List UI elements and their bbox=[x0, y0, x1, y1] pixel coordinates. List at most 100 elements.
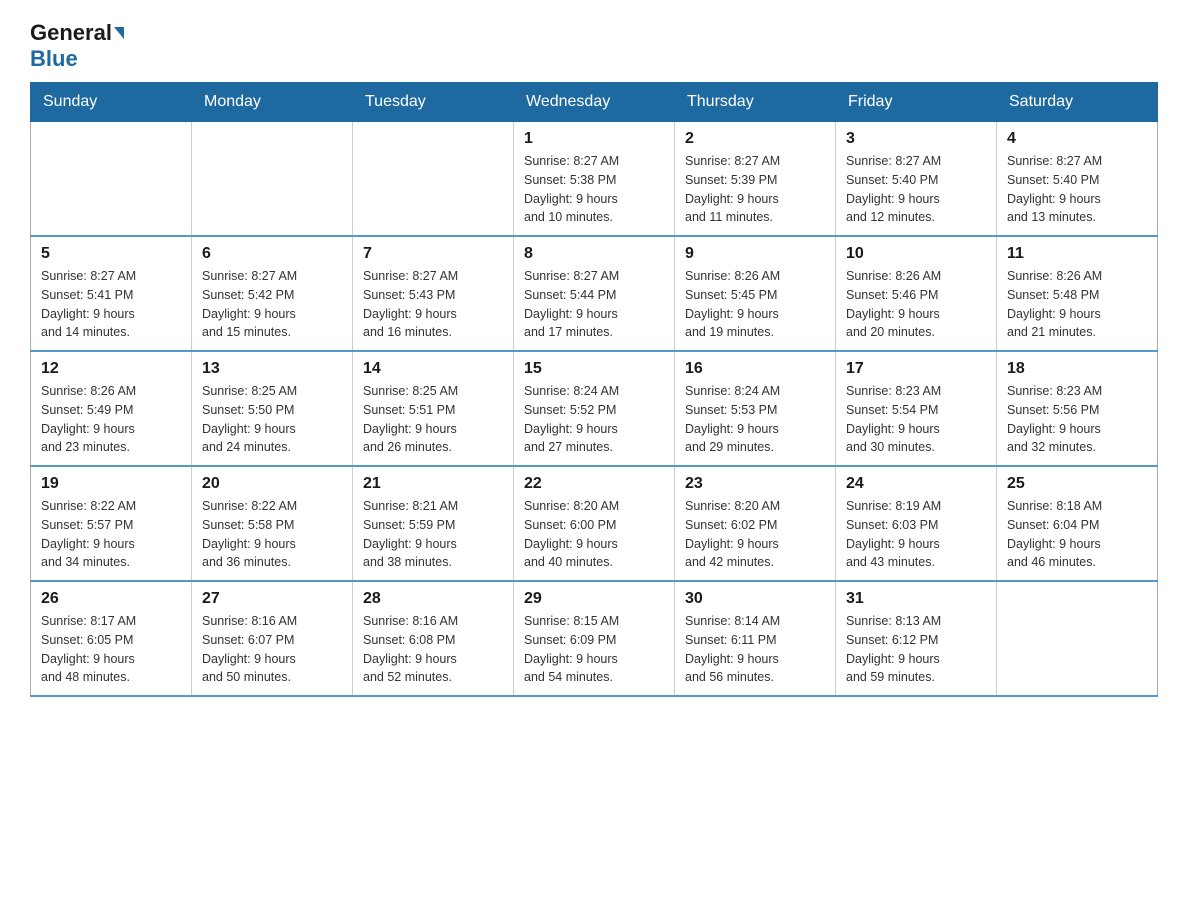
cell-date-number: 4 bbox=[1007, 130, 1147, 148]
calendar-cell: 20 Sunrise: 8:22 AMSunset: 5:58 PMDayligh… bbox=[192, 466, 353, 581]
calendar-cell: 21 Sunrise: 8:21 AMSunset: 5:59 PMDayligh… bbox=[353, 466, 514, 581]
weekday-header-saturday: Saturday bbox=[997, 83, 1158, 122]
calendar-cell: 8 Sunrise: 8:27 AMSunset: 5:44 PMDaylight… bbox=[514, 236, 675, 351]
cell-info-text: Sunrise: 8:26 AMSunset: 5:48 PMDaylight:… bbox=[1007, 267, 1147, 342]
calendar-cell: 15 Sunrise: 8:24 AMSunset: 5:52 PMDayligh… bbox=[514, 351, 675, 466]
cell-date-number: 26 bbox=[41, 590, 181, 608]
cell-info-text: Sunrise: 8:13 AMSunset: 6:12 PMDaylight:… bbox=[846, 612, 986, 687]
cell-info-text: Sunrise: 8:27 AMSunset: 5:40 PMDaylight:… bbox=[846, 152, 986, 227]
cell-info-text: Sunrise: 8:27 AMSunset: 5:43 PMDaylight:… bbox=[363, 267, 503, 342]
cell-info-text: Sunrise: 8:27 AMSunset: 5:39 PMDaylight:… bbox=[685, 152, 825, 227]
calendar-cell: 23 Sunrise: 8:20 AMSunset: 6:02 PMDayligh… bbox=[675, 466, 836, 581]
cell-info-text: Sunrise: 8:23 AMSunset: 5:54 PMDaylight:… bbox=[846, 382, 986, 457]
calendar-cell: 14Sunrise: 8:25 AMSunset: 5:51 PMDayligh… bbox=[353, 351, 514, 466]
cell-info-text: Sunrise: 8:18 AMSunset: 6:04 PMDaylight:… bbox=[1007, 497, 1147, 572]
weekday-header-tuesday: Tuesday bbox=[353, 83, 514, 122]
cell-info-text: Sunrise: 8:16 AMSunset: 6:07 PMDaylight:… bbox=[202, 612, 342, 687]
cell-info-text: Sunrise: 8:24 AMSunset: 5:53 PMDaylight:… bbox=[685, 382, 825, 457]
calendar-cell: 26 Sunrise: 8:17 AMSunset: 6:05 PMDayligh… bbox=[31, 581, 192, 696]
cell-info-text: Sunrise: 8:22 AMSunset: 5:58 PMDaylight:… bbox=[202, 497, 342, 572]
cell-date-number: 7 bbox=[363, 245, 503, 263]
calendar-table: SundayMondayTuesdayWednesdayThursdayFrid… bbox=[30, 82, 1158, 697]
calendar-week-row: 5 Sunrise: 8:27 AMSunset: 5:41 PMDaylight… bbox=[31, 236, 1158, 351]
cell-info-text: Sunrise: 8:26 AMSunset: 5:46 PMDaylight:… bbox=[846, 267, 986, 342]
cell-date-number: 30 bbox=[685, 590, 825, 608]
cell-date-number: 23 bbox=[685, 475, 825, 493]
cell-info-text: Sunrise: 8:26 AMSunset: 5:49 PMDaylight:… bbox=[41, 382, 181, 457]
cell-date-number: 21 bbox=[363, 475, 503, 493]
calendar-cell: 27 Sunrise: 8:16 AMSunset: 6:07 PMDayligh… bbox=[192, 581, 353, 696]
weekday-header-thursday: Thursday bbox=[675, 83, 836, 122]
cell-date-number: 15 bbox=[524, 360, 664, 378]
weekday-header-sunday: Sunday bbox=[31, 83, 192, 122]
calendar-cell: 3 Sunrise: 8:27 AMSunset: 5:40 PMDaylight… bbox=[836, 122, 997, 237]
calendar-cell: 12 Sunrise: 8:26 AMSunset: 5:49 PMDayligh… bbox=[31, 351, 192, 466]
calendar-cell: 19 Sunrise: 8:22 AMSunset: 5:57 PMDayligh… bbox=[31, 466, 192, 581]
cell-date-number: 29 bbox=[524, 590, 664, 608]
cell-date-number: 9 bbox=[685, 245, 825, 263]
cell-date-number: 3 bbox=[846, 130, 986, 148]
calendar-cell bbox=[353, 122, 514, 237]
calendar-cell: 2Sunrise: 8:27 AMSunset: 5:39 PMDaylight… bbox=[675, 122, 836, 237]
calendar-cell: 5 Sunrise: 8:27 AMSunset: 5:41 PMDaylight… bbox=[31, 236, 192, 351]
cell-info-text: Sunrise: 8:15 AMSunset: 6:09 PMDaylight:… bbox=[524, 612, 664, 687]
cell-info-text: Sunrise: 8:22 AMSunset: 5:57 PMDaylight:… bbox=[41, 497, 181, 572]
cell-info-text: Sunrise: 8:17 AMSunset: 6:05 PMDaylight:… bbox=[41, 612, 181, 687]
cell-info-text: Sunrise: 8:23 AMSunset: 5:56 PMDaylight:… bbox=[1007, 382, 1147, 457]
cell-date-number: 8 bbox=[524, 245, 664, 263]
calendar-cell: 6Sunrise: 8:27 AMSunset: 5:42 PMDaylight… bbox=[192, 236, 353, 351]
calendar-week-row: 19 Sunrise: 8:22 AMSunset: 5:57 PMDayligh… bbox=[31, 466, 1158, 581]
cell-date-number: 14 bbox=[363, 360, 503, 378]
cell-info-text: Sunrise: 8:27 AMSunset: 5:44 PMDaylight:… bbox=[524, 267, 664, 342]
calendar-cell bbox=[192, 122, 353, 237]
cell-date-number: 27 bbox=[202, 590, 342, 608]
calendar-cell: 9 Sunrise: 8:26 AMSunset: 5:45 PMDaylight… bbox=[675, 236, 836, 351]
cell-info-text: Sunrise: 8:26 AMSunset: 5:45 PMDaylight:… bbox=[685, 267, 825, 342]
cell-info-text: Sunrise: 8:27 AMSunset: 5:38 PMDaylight:… bbox=[524, 152, 664, 227]
calendar-cell: 10 Sunrise: 8:26 AMSunset: 5:46 PMDayligh… bbox=[836, 236, 997, 351]
cell-date-number: 11 bbox=[1007, 245, 1147, 263]
cell-info-text: Sunrise: 8:25 AMSunset: 5:50 PMDaylight:… bbox=[202, 382, 342, 457]
calendar-cell: 18 Sunrise: 8:23 AMSunset: 5:56 PMDayligh… bbox=[997, 351, 1158, 466]
calendar-cell: 31 Sunrise: 8:13 AMSunset: 6:12 PMDayligh… bbox=[836, 581, 997, 696]
calendar-cell: 13Sunrise: 8:25 AMSunset: 5:50 PMDayligh… bbox=[192, 351, 353, 466]
cell-date-number: 19 bbox=[41, 475, 181, 493]
calendar-cell: 30 Sunrise: 8:14 AMSunset: 6:11 PMDayligh… bbox=[675, 581, 836, 696]
cell-info-text: Sunrise: 8:27 AMSunset: 5:41 PMDaylight:… bbox=[41, 267, 181, 342]
cell-date-number: 20 bbox=[202, 475, 342, 493]
calendar-cell bbox=[31, 122, 192, 237]
logo-arrow-icon bbox=[114, 27, 124, 39]
cell-date-number: 6 bbox=[202, 245, 342, 263]
cell-info-text: Sunrise: 8:14 AMSunset: 6:11 PMDaylight:… bbox=[685, 612, 825, 687]
calendar-cell bbox=[997, 581, 1158, 696]
calendar-cell: 16 Sunrise: 8:24 AMSunset: 5:53 PMDayligh… bbox=[675, 351, 836, 466]
cell-date-number: 22 bbox=[524, 475, 664, 493]
cell-date-number: 1 bbox=[524, 130, 664, 148]
cell-date-number: 16 bbox=[685, 360, 825, 378]
cell-date-number: 17 bbox=[846, 360, 986, 378]
calendar-header-row: SundayMondayTuesdayWednesdayThursdayFrid… bbox=[31, 83, 1158, 122]
calendar-cell: 7 Sunrise: 8:27 AMSunset: 5:43 PMDaylight… bbox=[353, 236, 514, 351]
cell-info-text: Sunrise: 8:20 AMSunset: 6:00 PMDaylight:… bbox=[524, 497, 664, 572]
calendar-cell: 29 Sunrise: 8:15 AMSunset: 6:09 PMDayligh… bbox=[514, 581, 675, 696]
cell-info-text: Sunrise: 8:24 AMSunset: 5:52 PMDaylight:… bbox=[524, 382, 664, 457]
page-header: General Blue bbox=[30, 20, 1158, 72]
cell-date-number: 10 bbox=[846, 245, 986, 263]
cell-info-text: Sunrise: 8:27 AMSunset: 5:40 PMDaylight:… bbox=[1007, 152, 1147, 227]
weekday-header-wednesday: Wednesday bbox=[514, 83, 675, 122]
calendar-cell: 17 Sunrise: 8:23 AMSunset: 5:54 PMDayligh… bbox=[836, 351, 997, 466]
logo-blue-text: Blue bbox=[30, 46, 78, 71]
calendar-cell: 25Sunrise: 8:18 AMSunset: 6:04 PMDayligh… bbox=[997, 466, 1158, 581]
calendar-cell: 24Sunrise: 8:19 AMSunset: 6:03 PMDayligh… bbox=[836, 466, 997, 581]
calendar-cell: 22 Sunrise: 8:20 AMSunset: 6:00 PMDayligh… bbox=[514, 466, 675, 581]
weekday-header-monday: Monday bbox=[192, 83, 353, 122]
cell-date-number: 18 bbox=[1007, 360, 1147, 378]
calendar-cell: 28Sunrise: 8:16 AMSunset: 6:08 PMDayligh… bbox=[353, 581, 514, 696]
cell-date-number: 5 bbox=[41, 245, 181, 263]
calendar-week-row: 1 Sunrise: 8:27 AMSunset: 5:38 PMDaylight… bbox=[31, 122, 1158, 237]
cell-date-number: 12 bbox=[41, 360, 181, 378]
cell-date-number: 31 bbox=[846, 590, 986, 608]
cell-info-text: Sunrise: 8:20 AMSunset: 6:02 PMDaylight:… bbox=[685, 497, 825, 572]
cell-info-text: Sunrise: 8:21 AMSunset: 5:59 PMDaylight:… bbox=[363, 497, 503, 572]
cell-info-text: Sunrise: 8:19 AMSunset: 6:03 PMDaylight:… bbox=[846, 497, 986, 572]
